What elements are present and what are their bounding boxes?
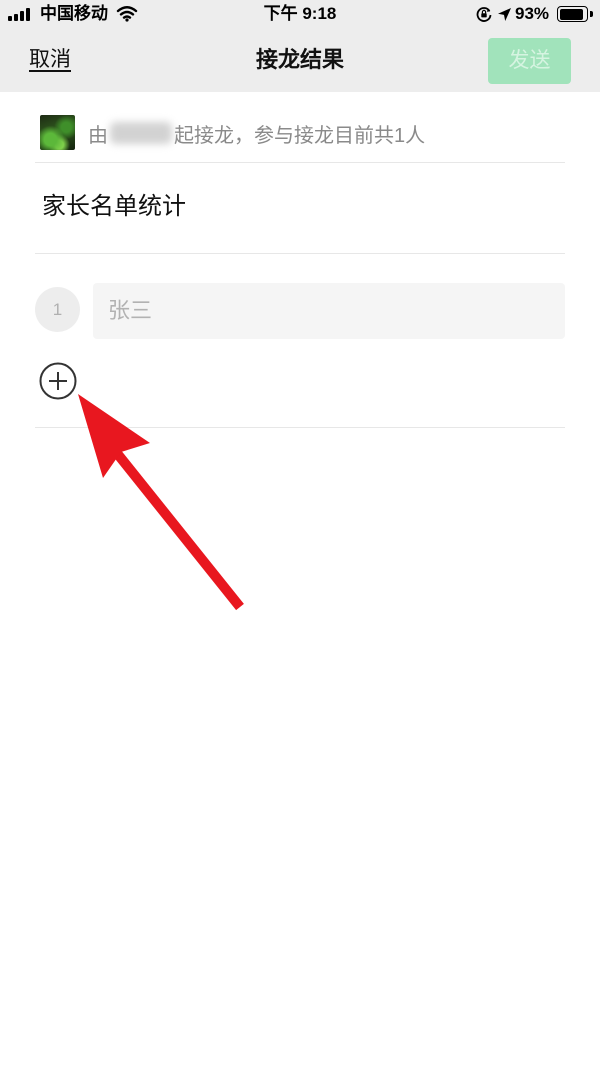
avatar [40,115,75,150]
location-icon [498,8,511,21]
send-button[interactable]: 发送 [488,38,571,84]
battery-level-fill [559,8,583,20]
initiator-suffix: 起接龙，参与接龙目前共1人 [174,124,426,147]
plus-circle-icon[interactable] [39,362,77,400]
divider [35,253,565,254]
divider [35,162,565,163]
battery-icon [557,6,588,22]
blurred-name [110,122,172,144]
battery-percent: 93% [515,4,550,23]
battery-nub [590,11,593,17]
orientation-lock-icon [476,7,492,22]
entry-number-badge: 1 [35,287,80,332]
entry-name-input[interactable] [93,283,565,339]
initiator-prefix: 由 [88,124,108,147]
annotation-arrow [78,394,244,611]
solitaire-topic[interactable]: 家长名单统计 [42,191,186,223]
initiator-summary: 由 起接龙，参与接龙目前共1人 [88,118,425,148]
divider [35,427,565,428]
